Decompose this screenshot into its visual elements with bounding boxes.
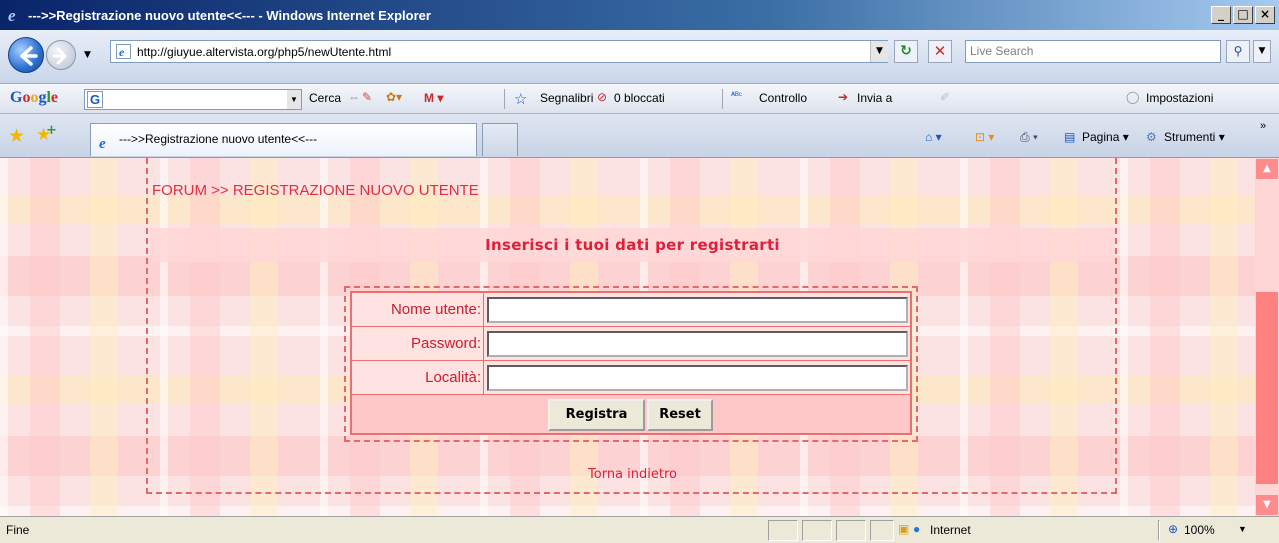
- google-g-icon: G: [87, 91, 103, 108]
- page-menu[interactable]: Pagina ▾: [1082, 130, 1129, 144]
- reset-button[interactable]: Reset: [647, 399, 713, 431]
- forward-arrow-icon: [52, 47, 67, 65]
- favorites-dropdown-icon[interactable]: ✿▾: [386, 90, 402, 106]
- form-buttons-row: Registra Reset: [352, 395, 910, 433]
- highlight-icon[interactable]: ✐: [940, 90, 956, 106]
- registration-form: Nome utente: Password: Località: Registr…: [350, 291, 912, 435]
- status-panel: [802, 520, 832, 541]
- tab-label: --->>Registrazione nuovo utente<<---: [119, 132, 318, 146]
- settings-menu[interactable]: Impostazioni: [1146, 91, 1213, 105]
- zoom-dropdown-icon[interactable]: ▼: [1238, 524, 1247, 534]
- form-row-username: Nome utente:: [352, 293, 910, 327]
- back-button[interactable]: [8, 37, 44, 73]
- home-icon[interactable]: ⌂ ▾: [925, 130, 942, 144]
- register-button[interactable]: Registra: [548, 399, 645, 431]
- refresh-button[interactable]: ↻: [894, 40, 918, 63]
- tab-active[interactable]: e --->>Registrazione nuovo utente<<---: [90, 123, 477, 156]
- settings-radio-icon: ◯: [1126, 90, 1140, 104]
- status-panel: [768, 520, 798, 541]
- chevron-more-icon[interactable]: »: [1260, 120, 1266, 132]
- print-icon[interactable]: ⎙ ▾: [1020, 130, 1038, 145]
- new-tab-button[interactable]: [482, 123, 518, 156]
- favorites-star-icon[interactable]: ★: [8, 125, 25, 147]
- popup-blocker-icon: ⊘: [597, 90, 608, 104]
- internet-globe-icon: ●: [913, 522, 921, 536]
- send-to-menu[interactable]: Invia a: [857, 91, 892, 105]
- status-bar: Fine ▣ ● Internet ⊕ 100% ▼: [0, 516, 1279, 543]
- scroll-up-icon[interactable]: ▲: [1256, 159, 1278, 179]
- vertical-scrollbar[interactable]: ▲ ▼: [1255, 158, 1279, 516]
- svg-text:e: e: [8, 6, 16, 24]
- close-button[interactable]: ×: [1255, 6, 1275, 24]
- form-row-password: Password:: [352, 327, 910, 361]
- scrollbar-thumb[interactable]: [1256, 292, 1278, 484]
- tab-toolbar: ★ ★ e --->>Registrazione nuovo utente<<-…: [0, 114, 1279, 158]
- page-viewport: FORUM >> REGISTRAZIONE NUOVO UTENTE Inse…: [0, 158, 1255, 516]
- zoom-icon: ⊕: [1168, 522, 1179, 536]
- maximize-button[interactable]: □: [1233, 6, 1253, 24]
- status-divider: [1158, 520, 1160, 541]
- blog-icon[interactable]: ✎: [362, 90, 378, 106]
- toolbar-separator: [504, 89, 505, 109]
- status-text: Fine: [6, 523, 30, 537]
- address-url: http://giuyue.altervista.org/php5/newUte…: [137, 44, 392, 59]
- minimize-button[interactable]: _: [1211, 6, 1231, 24]
- toolbar-separator: [722, 89, 723, 109]
- stop-button[interactable]: ✕: [928, 40, 952, 63]
- address-toolbar: ▼ e http://giuyue.altervista.org/php5/ne…: [0, 30, 1279, 84]
- tools-menu[interactable]: Strumenti ▾: [1164, 130, 1225, 144]
- password-label: Password:: [352, 327, 484, 360]
- search-icon[interactable]: ⚲: [1226, 40, 1250, 63]
- google-search-button[interactable]: Cerca: [309, 91, 341, 105]
- bookmark-star-icon: ☆: [514, 91, 528, 108]
- back-arrow-icon: [20, 46, 38, 66]
- google-search-dropdown-icon[interactable]: ▼: [287, 90, 301, 109]
- zoom-level[interactable]: 100%: [1184, 523, 1215, 537]
- google-search-input[interactable]: G ▼: [84, 89, 302, 110]
- location-label: Località:: [352, 361, 484, 394]
- gmail-icon[interactable]: M ▾: [424, 91, 443, 105]
- search-options-dropdown-icon[interactable]: ▼: [1253, 40, 1271, 63]
- add-favorites-icon[interactable]: ★: [36, 123, 57, 145]
- send-to-icon: ➔: [838, 90, 849, 104]
- scroll-down-icon[interactable]: ▼: [1256, 495, 1278, 515]
- address-dropdown-icon[interactable]: ▼: [870, 41, 888, 62]
- window-titlebar: e --->>Registrazione nuovo utente<<--- -…: [0, 0, 1279, 30]
- spellcheck-icon: ᴬᴮᶜ: [731, 90, 742, 100]
- username-input[interactable]: [487, 297, 908, 323]
- spellcheck-menu[interactable]: Controllo: [759, 91, 807, 105]
- protected-mode-icon[interactable]: ▣: [898, 522, 909, 536]
- security-zone[interactable]: Internet: [930, 523, 971, 537]
- history-dropdown-icon[interactable]: ▼: [84, 50, 91, 60]
- form-row-location: Località:: [352, 361, 910, 395]
- feeds-icon[interactable]: ⊡ ▾: [975, 130, 994, 144]
- address-input[interactable]: e http://giuyue.altervista.org/php5/newU…: [110, 40, 888, 63]
- breadcrumb: FORUM >> REGISTRAZIONE NUOVO UTENTE: [152, 182, 479, 199]
- username-label: Nome utente:: [352, 293, 484, 326]
- page-title: Inserisci i tuoi dati per registrarti: [485, 236, 780, 254]
- window-controls: _ □ ×: [1211, 6, 1275, 24]
- tab-favicon-icon: e: [98, 132, 114, 152]
- svg-text:e: e: [99, 136, 106, 151]
- svg-text:e: e: [119, 45, 125, 59]
- page-icon: ▤: [1064, 130, 1076, 144]
- tools-gear-icon: ⚙: [1146, 130, 1157, 144]
- forward-button[interactable]: [46, 40, 76, 70]
- location-input[interactable]: [487, 365, 908, 391]
- google-logo[interactable]: Google: [10, 89, 58, 107]
- status-panel: [870, 520, 894, 541]
- password-input[interactable]: [487, 331, 908, 357]
- page-favicon-icon: e: [116, 44, 131, 59]
- window-title: --->>Registrazione nuovo utente<<--- - W…: [28, 7, 431, 23]
- popup-blocker-count[interactable]: 0 bloccati: [614, 91, 665, 105]
- live-search-input[interactable]: Live Search: [965, 40, 1221, 63]
- back-link[interactable]: Torna indietro: [150, 467, 1115, 482]
- ie-logo-icon: e: [6, 6, 24, 25]
- status-panel: [836, 520, 866, 541]
- google-toolbar: Google G ▼ Cerca ⇔ ✎ ✿▾ M ▾ ☆ Segnalibri…: [0, 84, 1279, 114]
- bookmarks-menu[interactable]: Segnalibri: [540, 91, 593, 105]
